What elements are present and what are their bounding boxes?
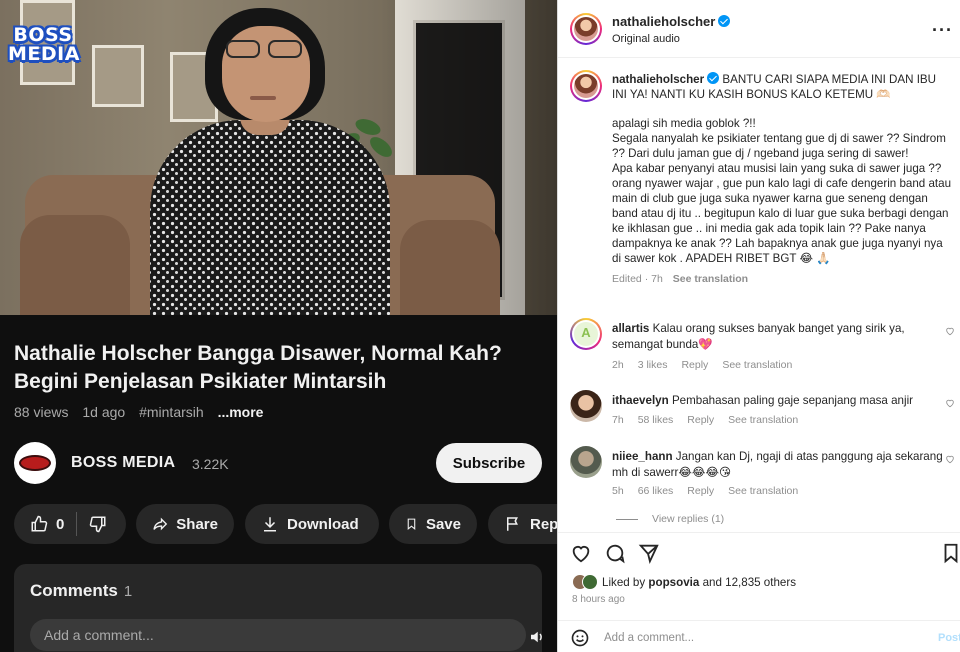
see-translation-link[interactable]: See translation	[673, 273, 748, 285]
more-link[interactable]: ...more	[218, 404, 264, 420]
post-header: nathalieholscher Original audio ···	[558, 0, 960, 58]
comments-heading: Comments 1	[30, 581, 133, 600]
save-button[interactable]: Save	[389, 504, 477, 544]
caption-line: Apa kabar penyanyi atau musisi lain yang…	[612, 162, 952, 265]
post-actions	[558, 532, 960, 568]
comment-text: Pembahasan paling gaje sepanjang masa an…	[671, 394, 914, 407]
comment-item: niiee_hann Jangan kan Dj, ngaji di atas …	[570, 446, 955, 506]
see-translation-link[interactable]: See translation	[728, 485, 798, 497]
share-icon	[153, 517, 168, 531]
author-username[interactable]: nathalieholscher	[612, 14, 731, 29]
instagram-panel: nathalieholscher Original audio ··· nath…	[557, 0, 960, 652]
comment-text: Kalau orang sukses banyak banget yang si…	[612, 322, 905, 351]
video-panel: BOSS MEDIA Nathalie Holscher Bangga Disa…	[0, 0, 557, 652]
comment-likes[interactable]: 3 likes	[638, 359, 668, 371]
comment-input[interactable]	[604, 627, 924, 649]
comment-time: 2h	[612, 359, 624, 371]
download-icon	[264, 517, 276, 532]
channel-name[interactable]: BOSS MEDIA	[71, 454, 175, 472]
upload-age: 1d ago	[82, 404, 126, 420]
reply-link[interactable]: Reply	[681, 359, 708, 371]
reply-link[interactable]: Reply	[687, 414, 714, 426]
view-count: 88 views	[14, 404, 69, 420]
post-caption: nathalieholscher BANTU CARI SIAPA MEDIA …	[612, 72, 952, 287]
subscribe-button[interactable]: Subscribe	[436, 443, 542, 483]
commenter-avatar[interactable]	[570, 390, 602, 422]
see-translation-link[interactable]: See translation	[722, 359, 792, 371]
liker-username[interactable]: popsovia	[648, 576, 699, 589]
channel-avatar[interactable]	[14, 442, 56, 484]
comment-likes[interactable]: 66 likes	[638, 485, 674, 497]
action-bar: 0 Share Download Save Report	[14, 504, 557, 544]
liker-avatar	[582, 574, 598, 590]
commenter-username[interactable]: ithaevelyn	[612, 394, 669, 407]
caption-line: Segala nanyalah ke psikiater tentang gue…	[612, 132, 946, 160]
glasses	[226, 40, 306, 60]
post-comment-button[interactable]: Post	[938, 632, 960, 644]
send-icon[interactable]	[638, 542, 660, 564]
caption-line: apalagi sih media goblok ?!!	[612, 117, 756, 130]
reply-link[interactable]: Reply	[687, 485, 714, 497]
commenter-avatar[interactable]: A	[570, 318, 602, 350]
comment-icon[interactable]	[604, 542, 626, 564]
like-heart-icon[interactable]	[945, 398, 955, 408]
comment-item: ithaevelyn Pembahasan paling gaje sepanj…	[570, 390, 955, 430]
person-body	[150, 120, 390, 315]
comment-time: 7h	[612, 414, 624, 426]
video-title: Nathalie Holscher Bangga Disawer, Normal…	[14, 342, 502, 393]
comments-section[interactable]: Comments 1	[14, 564, 542, 652]
commenter-username[interactable]: niiee_hann	[612, 450, 673, 463]
verified-badge-icon	[718, 15, 731, 27]
comment-time: 5h	[612, 485, 624, 497]
video-meta: 88 views 1d ago #mintarsih ...more	[14, 404, 273, 420]
report-button[interactable]: Report	[488, 504, 557, 544]
bookmark-icon[interactable]	[940, 542, 960, 564]
edited-label: Edited · 7h	[612, 273, 663, 285]
picture-frame	[92, 45, 144, 107]
share-button[interactable]: Share	[136, 504, 234, 544]
likes-summary[interactable]: Liked by popsovia and 12,835 others	[572, 574, 796, 590]
emoji-icon[interactable]	[570, 628, 590, 648]
see-translation-link[interactable]: See translation	[728, 414, 798, 426]
thumbs-down-icon[interactable]	[89, 515, 107, 533]
comments-count: 1	[123, 583, 133, 600]
heart-icon[interactable]	[570, 542, 592, 564]
commenter-username[interactable]: allartis	[612, 322, 649, 335]
volume-icon[interactable]	[528, 628, 546, 646]
video-comment-input[interactable]	[30, 619, 526, 651]
caption-username[interactable]: nathalieholscher	[612, 73, 704, 86]
caption-avatar[interactable]	[570, 70, 602, 102]
comment-item: A allartis Kalau orang sukses banyak ban…	[570, 318, 955, 378]
like-count: 0	[56, 515, 65, 533]
audio-label[interactable]: Original audio	[612, 33, 680, 45]
like-heart-icon[interactable]	[945, 454, 955, 464]
commenter-avatar[interactable]	[570, 446, 602, 478]
bookmark-icon	[407, 518, 416, 531]
download-button[interactable]: Download	[245, 504, 379, 544]
like-heart-icon[interactable]	[945, 326, 955, 336]
video-player[interactable]: BOSS MEDIA	[0, 0, 557, 315]
subscriber-count: 3.22K	[192, 456, 229, 472]
view-replies-link[interactable]: View replies (1)	[616, 513, 724, 525]
hashtag-link[interactable]: #mintarsih	[139, 404, 204, 420]
more-options-icon[interactable]: ···	[932, 20, 953, 41]
boss-media-logo: BOSS MEDIA	[8, 24, 80, 65]
add-comment-row: Post	[558, 620, 960, 652]
author-avatar[interactable]	[570, 13, 602, 45]
like-dislike-pill: 0	[14, 504, 126, 544]
verified-badge-icon	[707, 72, 720, 84]
flag-icon	[507, 517, 518, 531]
channel-row: BOSS MEDIA 3.22K Subscribe	[14, 442, 544, 486]
post-time: 8 hours ago	[572, 594, 625, 605]
thumbs-up-icon[interactable]	[30, 515, 48, 533]
comment-likes[interactable]: 58 likes	[638, 414, 674, 426]
